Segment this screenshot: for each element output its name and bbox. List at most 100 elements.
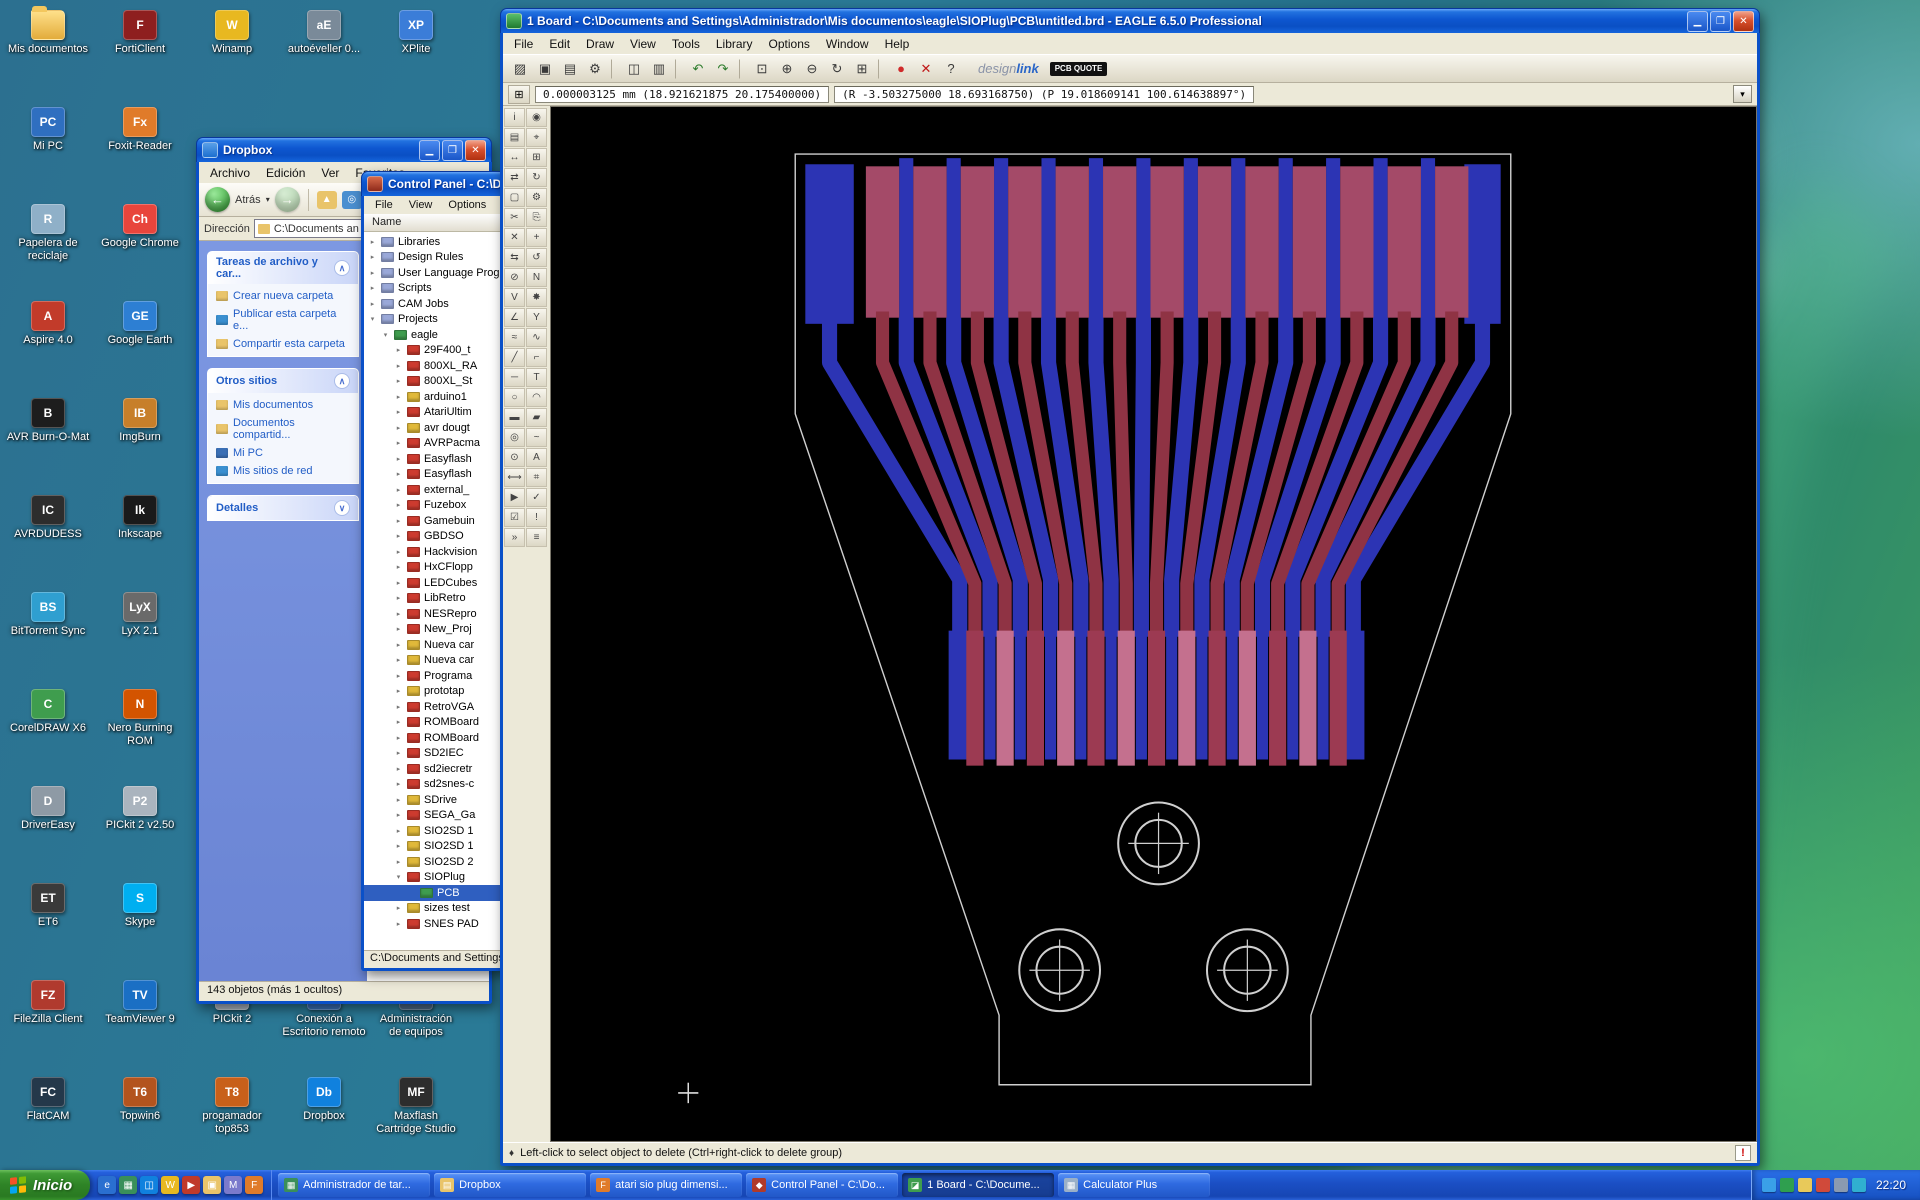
expand-arrow-icon[interactable]: ▸ (368, 238, 377, 246)
menu-item[interactable]: Help (878, 36, 917, 52)
cam-processor[interactable]: ⚙ (583, 58, 607, 80)
via[interactable]: ◎ (504, 428, 525, 447)
split[interactable]: Y (526, 308, 547, 327)
menu-item[interactable]: Tools (665, 36, 707, 52)
task-board[interactable]: ◪ 1 Board - C:\Docume... (902, 1173, 1054, 1197)
zoom-out[interactable]: ⊖ (800, 58, 824, 80)
desktop-icon[interactable]: BS BitTorrent Sync (4, 592, 92, 638)
expand-arrow-icon[interactable]: ▸ (394, 548, 403, 556)
expand-arrow-icon[interactable]: ▸ (394, 579, 403, 587)
internet-explorer[interactable]: e (98, 1176, 116, 1194)
print[interactable]: ▤ (558, 58, 582, 80)
desktop-icon[interactable]: Fx Foxit-Reader (96, 107, 184, 153)
desktop-icon[interactable]: C CorelDRAW X6 (4, 689, 92, 735)
wire[interactable]: ─ (504, 368, 525, 387)
tray-icon[interactable] (1816, 1178, 1830, 1192)
desktop-icon[interactable]: Ch Google Chrome (96, 204, 184, 250)
menu-item[interactable]: Window (819, 36, 876, 52)
copy[interactable]: ⊞ (526, 148, 547, 167)
task-calculator[interactable]: ▦ Calculator Plus (1058, 1173, 1210, 1197)
desktop-icon[interactable]: aE autoéveller 0... (280, 10, 368, 56)
rotate[interactable]: ↻ (526, 168, 547, 187)
hole[interactable]: ⊙ (504, 448, 525, 467)
task-control-panel[interactable]: ◆ Control Panel - C:\Do... (746, 1173, 898, 1197)
delete[interactable]: ✕ (504, 228, 525, 247)
task-browser[interactable]: F atari sio plug dimensi... (590, 1173, 742, 1197)
expand-arrow-icon[interactable]: ▸ (394, 486, 403, 494)
desktop-icon[interactable]: D DriverEasy (4, 786, 92, 832)
menu-item[interactable]: File (507, 36, 540, 52)
zoom-redraw[interactable]: ↻ (825, 58, 849, 80)
add[interactable]: + (526, 228, 547, 247)
expand-arrow-icon[interactable]: ▸ (394, 796, 403, 804)
ratsnest[interactable]: ⌗ (526, 468, 547, 487)
meander[interactable]: ∿ (526, 328, 547, 347)
polygon[interactable]: ▰ (526, 408, 547, 427)
back-button[interactable]: ← (205, 187, 230, 212)
stop[interactable]: ✕ (914, 58, 938, 80)
desktop-icon[interactable]: W Winamp (188, 10, 276, 56)
task-link[interactable]: Compartir esta carpeta (216, 338, 350, 350)
explorer[interactable]: ▣ (203, 1176, 221, 1194)
warning-indicator[interactable]: ! (1735, 1145, 1751, 1161)
show[interactable]: ◉ (526, 108, 547, 127)
task-link[interactable]: Publicar esta carpeta e... (216, 308, 350, 332)
cut[interactable]: ✂ (504, 208, 525, 227)
expand-arrow-icon[interactable]: ▸ (394, 672, 403, 680)
place-link[interactable]: Mis documentos (216, 399, 350, 411)
toolbar-button[interactable] (739, 59, 746, 79)
tray-icon[interactable] (1852, 1178, 1866, 1192)
open-folder[interactable]: ▨ (508, 58, 532, 80)
up-folder-icon[interactable]: ▲ (317, 191, 337, 209)
desktop-icon[interactable]: TV TeamViewer 9 (96, 980, 184, 1026)
menu-item[interactable]: View (402, 198, 440, 212)
expand-arrow-icon[interactable]: ▸ (394, 641, 403, 649)
desktop-icon[interactable]: A Aspire 4.0 (4, 301, 92, 347)
place-link[interactable]: Mi PC (216, 447, 350, 459)
menu-item[interactable]: View (623, 36, 663, 52)
show-desktop[interactable]: ▦ (119, 1176, 137, 1194)
expand-arrow-icon[interactable]: ▸ (394, 811, 403, 819)
desktop-icon[interactable]: PC Mi PC (4, 107, 92, 153)
expand-arrow-icon[interactable]: ▸ (394, 424, 403, 432)
minimize-button[interactable]: ▁ (1687, 11, 1708, 32)
toolbar-button[interactable] (878, 59, 885, 79)
place-link[interactable]: Documentos compartid... (216, 417, 350, 441)
circle[interactable]: ○ (504, 388, 525, 407)
expand-arrow-icon[interactable]: ▸ (394, 393, 403, 401)
desktop-icon[interactable]: IC AVRDUDESS (4, 495, 92, 541)
maximize-button[interactable]: ❐ (442, 140, 463, 161)
other-places-header[interactable]: Otros sitios ∧ (208, 369, 358, 393)
mail[interactable]: M (224, 1176, 242, 1194)
back-dropdown-icon[interactable]: ▾ (266, 195, 270, 204)
expand-arrow-icon[interactable]: ▸ (368, 300, 377, 308)
clock[interactable]: 22:20 (1876, 1178, 1906, 1192)
arc[interactable]: ◠ (526, 388, 547, 407)
mark[interactable]: ⌖ (526, 128, 547, 147)
value[interactable]: V (504, 288, 525, 307)
desktop-icon[interactable]: N Nero Burning ROM (96, 689, 184, 748)
expand-arrow-icon[interactable]: ▸ (394, 517, 403, 525)
tray-icon[interactable] (1762, 1178, 1776, 1192)
menu-item[interactable]: Options (441, 198, 493, 212)
desktop-icon[interactable]: F FortiClient (96, 10, 184, 56)
group[interactable]: ▢ (504, 188, 525, 207)
drc[interactable]: ☑ (504, 508, 525, 527)
expand-arrow-icon[interactable]: ▸ (394, 455, 403, 463)
expand-arrow-icon[interactable]: ▾ (381, 331, 390, 339)
tray-icon[interactable] (1834, 1178, 1848, 1192)
menu-item[interactable]: Options (762, 36, 817, 52)
toolbar-button[interactable] (611, 59, 618, 79)
desktop-icon[interactable]: IB ImgBurn (96, 398, 184, 444)
pinswap[interactable]: ⇆ (504, 248, 525, 267)
expand-arrow-icon[interactable]: ▸ (394, 734, 403, 742)
expand-arrow-icon[interactable]: ▸ (394, 439, 403, 447)
desktop-icon[interactable]: P2 PICkit 2 v2.50 (96, 786, 184, 832)
expand-arrow-icon[interactable]: ▸ (394, 904, 403, 912)
chevron-up-icon[interactable]: ∧ (334, 373, 350, 389)
expand-arrow-icon[interactable]: ▸ (394, 842, 403, 850)
change[interactable]: ⚙ (526, 188, 547, 207)
desktop-icon[interactable]: XP XPlite (372, 10, 460, 56)
expand-arrow-icon[interactable]: ▸ (394, 362, 403, 370)
expand-arrow-icon[interactable]: ▸ (394, 377, 403, 385)
